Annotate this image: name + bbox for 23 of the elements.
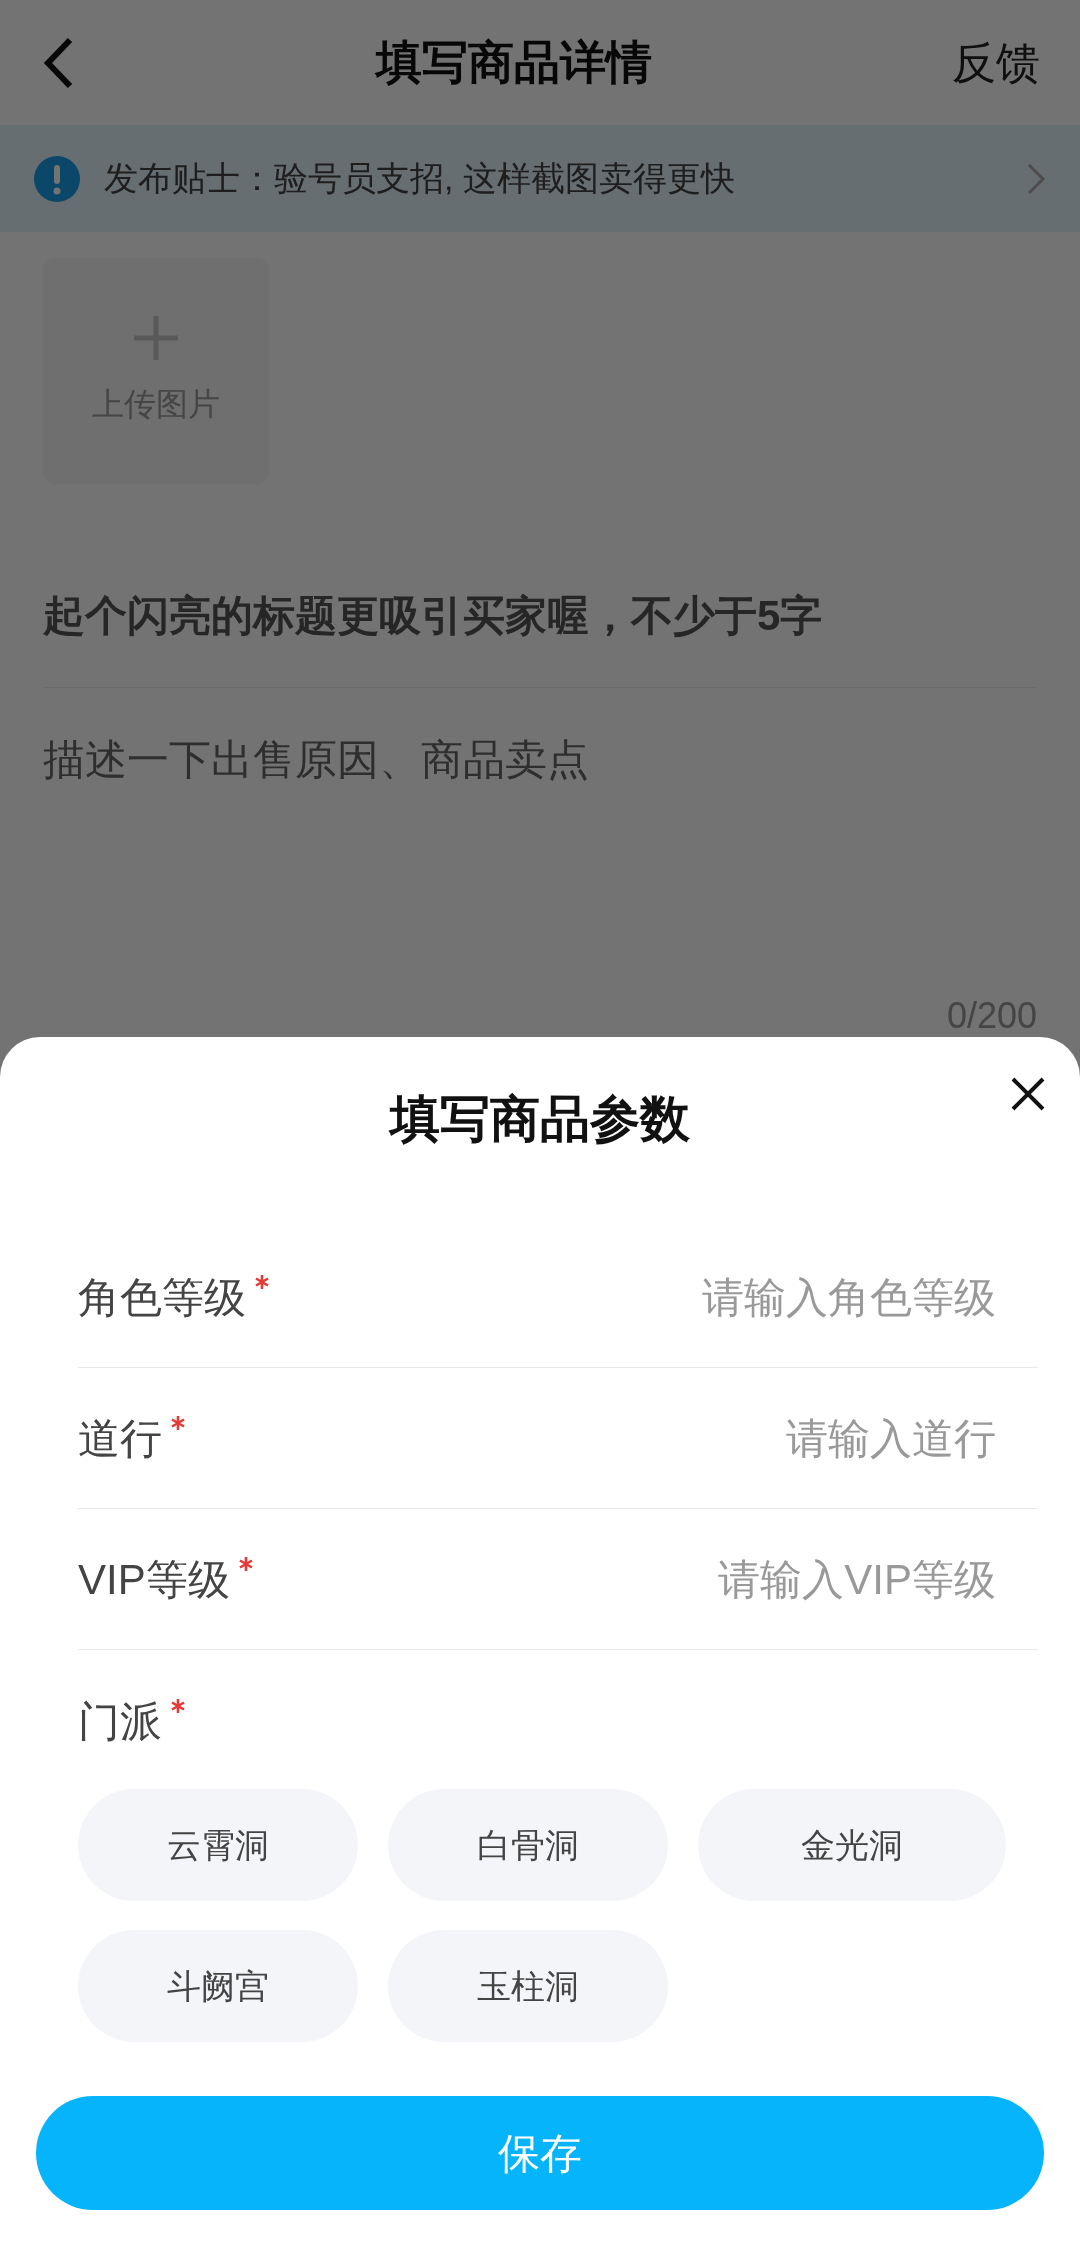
text-field[interactable]: 请输入道行 <box>476 1406 996 1470</box>
sheet-title: 填写商品参数 <box>390 1090 690 1149</box>
page-title: 填写商品详情 <box>376 35 652 90</box>
description-field[interactable]: 描述一下出售原因、商品卖点 <box>43 688 1037 998</box>
field-label: 角色等级 <box>78 1272 246 1323</box>
text-field[interactable]: 请输入角色等级 <box>476 1265 996 1329</box>
text-field[interactable]: 请输入VIP等级 <box>476 1547 996 1611</box>
tip-banner[interactable]: 发布贴士：验号员支招, 这样截图卖得更快 <box>0 125 1080 232</box>
save-button[interactable]: 保存 <box>36 2096 1044 2210</box>
option-chip[interactable]: 金光洞 <box>698 1789 1006 1901</box>
tip-text: 发布贴士：验号员支招, 这样截图卖得更快 <box>104 158 736 199</box>
field-label: 门派 <box>78 1697 162 1747</box>
title-field[interactable]: 起个闪亮的标题更吸引买家喔，不少于5字 <box>43 584 1037 688</box>
option-chip[interactable]: 斗阙宫 <box>78 1930 358 2042</box>
field-label: VIP等级 <box>78 1554 230 1605</box>
feedback-button[interactable]: 反馈 <box>952 29 1040 96</box>
field-label: 道行 <box>78 1413 162 1464</box>
exclamation-icon <box>34 155 80 202</box>
option-chip[interactable]: 云霄洞 <box>78 1789 358 1901</box>
chevron-right-icon <box>1026 161 1046 196</box>
option-chip[interactable]: 玉柱洞 <box>388 1930 668 2042</box>
close-icon[interactable] <box>1010 1076 1046 1112</box>
option-chip[interactable]: 白骨洞 <box>388 1789 668 1901</box>
